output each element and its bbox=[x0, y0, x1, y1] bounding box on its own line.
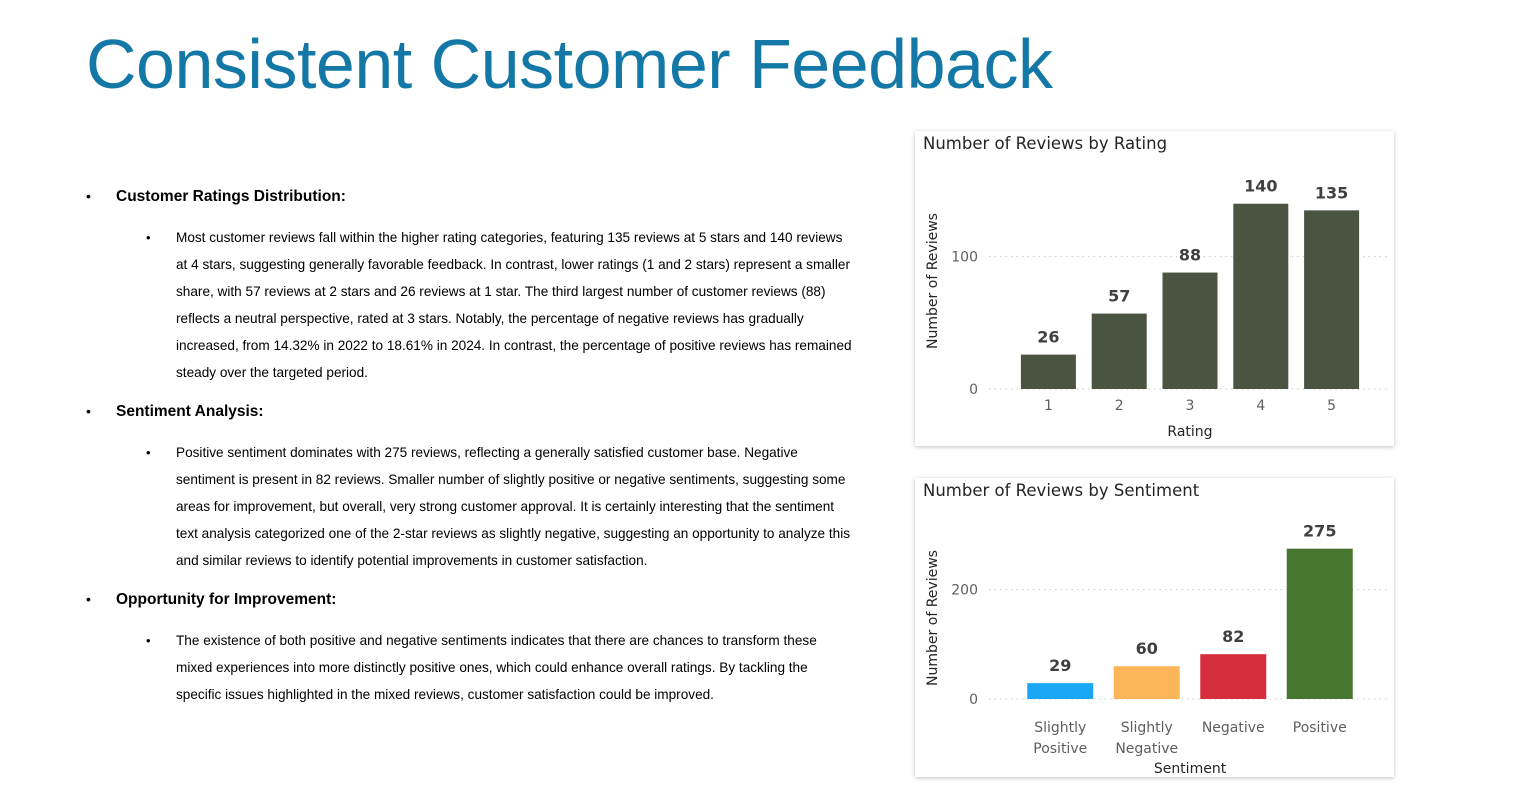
x-tick-label: 1 bbox=[1044, 398, 1053, 414]
x-tick-label: Slightly bbox=[1121, 720, 1173, 736]
bar bbox=[1233, 203, 1289, 389]
y-axis-title: Number of Reviews bbox=[925, 550, 941, 686]
data-label: 26 bbox=[1037, 328, 1059, 347]
x-tick-label: 2 bbox=[1115, 398, 1124, 414]
section-heading: Opportunity for Improvement: bbox=[116, 591, 337, 608]
data-label: 29 bbox=[1049, 656, 1071, 675]
bar bbox=[1200, 654, 1267, 699]
x-tick-label: 3 bbox=[1186, 398, 1195, 414]
data-label: 57 bbox=[1108, 287, 1130, 306]
y-axis-title: Number of Reviews bbox=[925, 213, 941, 349]
y-tick-label: 0 bbox=[969, 692, 978, 708]
sub-bullet-icon: • bbox=[146, 230, 151, 245]
bullet-icon: • bbox=[86, 188, 91, 204]
x-tick-label: Positive bbox=[1293, 720, 1347, 736]
data-label: 135 bbox=[1315, 183, 1348, 202]
section-body: Positive sentiment dominates with 275 re… bbox=[176, 445, 851, 568]
section-ratings-distribution: • Customer Ratings Distribution: • Most … bbox=[86, 188, 866, 386]
sub-bullet-icon: • bbox=[146, 633, 151, 648]
summary-list: • Customer Ratings Distribution: • Most … bbox=[86, 188, 866, 725]
x-tick-label: 4 bbox=[1256, 398, 1265, 414]
data-label: 140 bbox=[1244, 177, 1277, 196]
data-label: 88 bbox=[1179, 246, 1201, 265]
x-axis-title: Rating bbox=[1167, 424, 1212, 440]
x-tick-label: Positive bbox=[1033, 741, 1087, 757]
data-label: 275 bbox=[1303, 522, 1336, 541]
y-tick-label: 0 bbox=[969, 382, 978, 398]
section-body: The existence of both positive and negat… bbox=[176, 633, 817, 702]
bar bbox=[1020, 354, 1076, 389]
bar bbox=[1304, 210, 1360, 389]
rating-bar-chart: 0 100 26 1 57 2 88 3 140 4 135 5 Rating Number of Rev… bbox=[925, 177, 1387, 440]
x-tick-label: Slightly bbox=[1034, 720, 1086, 736]
bar bbox=[1286, 548, 1353, 699]
sub-bullet-icon: • bbox=[146, 445, 151, 460]
section-opportunity: • Opportunity for Improvement: • The exi… bbox=[86, 591, 866, 708]
page-title: Consistent Customer Feedback bbox=[86, 25, 1053, 103]
x-tick-label: Negative bbox=[1202, 720, 1265, 736]
bar bbox=[1091, 313, 1147, 389]
x-axis-title: Sentiment bbox=[1154, 761, 1227, 777]
bullet-icon: • bbox=[86, 591, 91, 607]
section-heading: Sentiment Analysis: bbox=[116, 403, 264, 420]
bar bbox=[1027, 683, 1094, 699]
sentiment-bar-chart: 0 200 29 Slightly Positive 60 Slightly Negative… bbox=[925, 522, 1387, 777]
data-label: 82 bbox=[1222, 627, 1244, 646]
y-tick-label: 100 bbox=[951, 250, 978, 266]
section-sentiment-analysis: • Sentiment Analysis: • Positive sentime… bbox=[86, 403, 866, 574]
sentiment-chart-card[interactable]: Number of Reviews by Sentiment 0 200 29 Sli… bbox=[915, 478, 1394, 777]
x-tick-label: Negative bbox=[1115, 741, 1178, 757]
rating-chart-card[interactable]: Number of Reviews by Rating 0 100 26 1 57 2 88… bbox=[915, 131, 1394, 446]
data-label: 60 bbox=[1136, 639, 1158, 658]
y-tick-label: 200 bbox=[951, 583, 978, 599]
bullet-icon: • bbox=[86, 403, 91, 419]
x-tick-label: 5 bbox=[1327, 398, 1336, 414]
section-body: Most customer reviews fall within the hi… bbox=[176, 230, 852, 380]
section-heading: Customer Ratings Distribution: bbox=[116, 188, 346, 205]
bar bbox=[1113, 666, 1180, 699]
bar bbox=[1162, 272, 1218, 389]
